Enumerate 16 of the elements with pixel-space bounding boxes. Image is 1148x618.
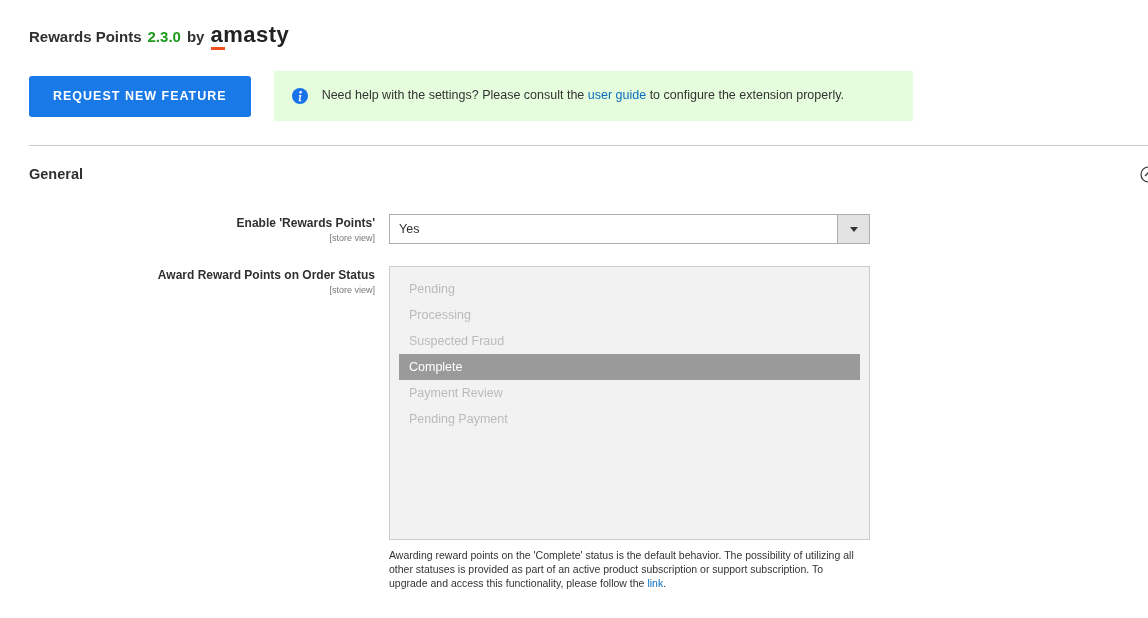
help-note: Awarding reward points on the 'Complete' status is the default behavior. The possibility of utilizing all other statuses is provided as part of an active product subscription or support subscription. To upgrade and access this functionality, please follow the link.: [389, 547, 855, 590]
field-label: Award Reward Points on Order Status: [156, 266, 375, 284]
dropdown-field[interactable]: Yes: [389, 214, 870, 245]
version-number: 2.3.0: [147, 27, 181, 47]
request-feature-button[interactable]: REQUEST NEW FEATURE: [29, 75, 251, 117]
extension-name: Rewards Points: [29, 27, 142, 47]
user-guide-link[interactable]: user guide: [587, 88, 647, 103]
section-title[interactable]: General: [29, 163, 83, 186]
status-option: Complete: [399, 353, 860, 380]
by-label: by: [186, 27, 205, 47]
info-icon: [291, 87, 308, 104]
scope-label: [store view]: [328, 283, 375, 297]
field-label: Enable 'Rewards Points': [235, 215, 375, 233]
help-message: Need help with the settings? Please consult the user guide to configure the extension properly.: [321, 87, 844, 105]
scope-label: [store view]: [328, 232, 375, 246]
caret-icon: [849, 226, 858, 232]
